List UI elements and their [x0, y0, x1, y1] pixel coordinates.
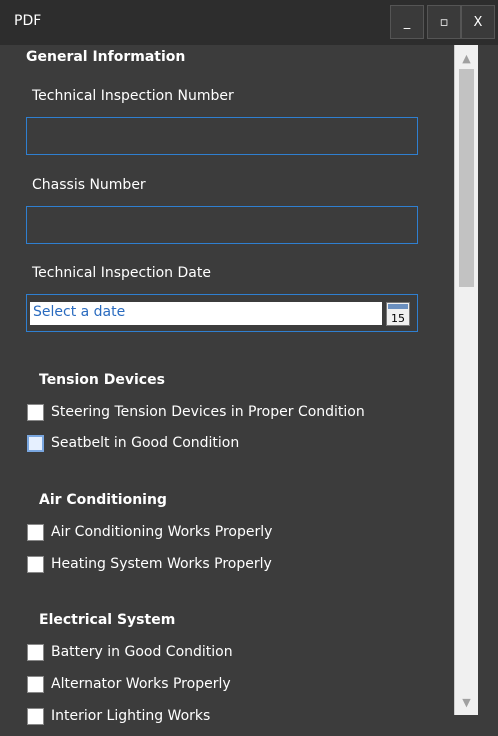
checkbox-row[interactable]: Steering Tension Devices in Proper Condi…	[27, 401, 365, 423]
checkbox-label: Steering Tension Devices in Proper Condi…	[51, 404, 365, 420]
section-title-electrical: Electrical System	[39, 612, 176, 628]
scroll-down-icon[interactable]: ▼	[455, 693, 478, 711]
chassis-number-label: Chassis Number	[32, 177, 146, 193]
checkbox-label: Alternator Works Properly	[51, 676, 231, 692]
checkbox-row[interactable]: Battery in Good Condition	[27, 641, 233, 663]
checkbox[interactable]	[27, 434, 44, 452]
section-title-tension: Tension Devices	[39, 372, 165, 388]
calendar-icon	[388, 304, 408, 309]
maximize-button[interactable]: ▫	[427, 5, 461, 39]
inspection-date-label: Technical Inspection Date	[32, 265, 211, 281]
checkbox-label: Air Conditioning Works Properly	[51, 524, 273, 540]
checkbox-label: Battery in Good Condition	[51, 644, 233, 660]
window-title: PDF	[14, 13, 42, 29]
checkbox-row[interactable]: Heating System Works Properly	[27, 553, 272, 575]
calendar-day-text: 15	[391, 312, 405, 325]
inspection-number-input[interactable]	[26, 117, 418, 155]
checkbox[interactable]	[27, 707, 44, 725]
checkbox-row[interactable]: Air Conditioning Works Properly	[27, 521, 272, 543]
checkbox[interactable]	[27, 523, 44, 541]
checkbox-row[interactable]: Interior Lighting Works	[27, 705, 210, 727]
date-input[interactable]: Select a date	[30, 302, 382, 325]
title-bar: PDF _ ▫ X	[0, 0, 498, 45]
close-button[interactable]: X	[461, 5, 495, 39]
form-content: General Information Technical Inspection…	[0, 45, 454, 736]
scroll-up-icon[interactable]: ▲	[455, 49, 478, 67]
checkbox-label: Seatbelt in Good Condition	[51, 435, 240, 451]
calendar-button[interactable]: 15	[386, 302, 410, 326]
inspection-number-label: Technical Inspection Number	[32, 88, 234, 104]
section-title-general: General Information	[26, 49, 186, 65]
checkbox-label: Heating System Works Properly	[51, 556, 272, 572]
checkbox[interactable]	[27, 643, 44, 661]
vertical-scrollbar[interactable]: ▲ ▼	[454, 45, 478, 715]
scroll-thumb[interactable]	[459, 69, 474, 287]
date-picker: Select a date 15	[26, 294, 418, 332]
checkbox[interactable]	[27, 555, 44, 573]
section-title-air: Air Conditioning	[39, 492, 167, 508]
checkbox[interactable]	[27, 675, 44, 693]
minimize-button[interactable]: _	[390, 5, 424, 39]
chassis-number-input[interactable]	[26, 206, 418, 244]
checkbox-row[interactable]: Seatbelt in Good Condition	[27, 432, 239, 454]
checkbox[interactable]	[27, 403, 44, 421]
checkbox-label: Interior Lighting Works	[51, 708, 211, 724]
checkbox-row[interactable]: Alternator Works Properly	[27, 673, 231, 695]
